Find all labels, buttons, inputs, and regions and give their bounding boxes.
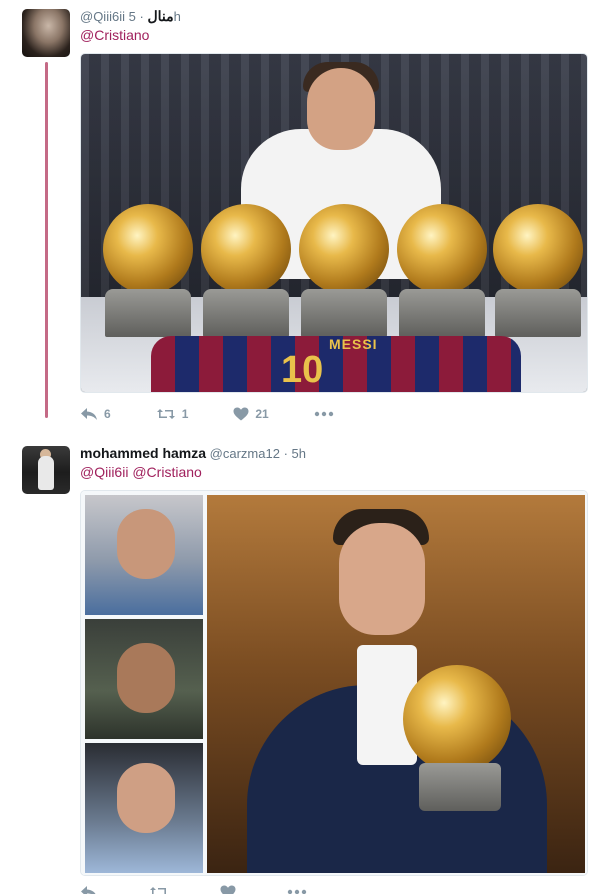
retweet-icon [150,887,168,894]
trophy-ball [103,204,193,294]
trophy-ball [397,204,487,294]
user-handle[interactable]: @Qiii6ii [80,9,125,24]
tweet: @Qiii6ii منال · 5h @Cristiano MESSI 10 6… [0,0,615,430]
display-name[interactable]: mohammed hamza [80,445,206,461]
trophy-ball [403,665,511,773]
more-button[interactable] [287,889,307,894]
tweet-photo[interactable]: MESSI 10 [80,53,588,393]
mention-link[interactable]: @Cristiano [132,464,201,480]
like-button[interactable]: 21 [233,407,269,421]
heart-icon [220,885,236,894]
tweet-actions [80,882,352,894]
photo-trophies: MESSI 10 [81,54,587,392]
reply-mentions: @Cristiano [80,27,149,43]
retweet-icon [156,409,175,419]
collage-main-photo [207,495,585,873]
like-count: 21 [255,407,269,421]
tweet-header: @Qiii6ii منال · 5h [80,8,181,25]
jersey-number: 10 [281,349,324,391]
retweet-count: 1 [181,407,189,421]
tweet-actions: 6 1 21 [80,404,379,424]
user-handle[interactable]: @carzma12 [210,446,280,461]
collage-panel [85,495,203,615]
avatar[interactable] [22,446,70,494]
more-icon [314,411,333,417]
tweet: mohammed hamza @carzma12 · 5h @Qiii6ii @… [0,440,615,894]
reply-button[interactable]: 6 [80,407,111,421]
mention-link[interactable]: @Qiii6ii [80,464,128,480]
reply-icon [81,408,97,420]
avatar[interactable] [22,9,70,57]
separator-dot: · [139,9,144,24]
mention-link[interactable]: @Cristiano [80,27,149,43]
separator-dot: · [283,446,288,461]
heart-icon [233,407,249,421]
like-button[interactable] [220,885,242,894]
collage-panel [85,619,203,739]
retweet-button[interactable] [149,885,175,894]
timestamp[interactable]: 5h [292,446,306,461]
trophy-ball [493,204,583,294]
tweet-header: mohammed hamza @carzma12 · 5h [80,445,306,461]
retweet-button[interactable]: 1 [156,407,189,421]
more-button[interactable] [314,411,334,417]
reply-mentions: @Qiii6ii @Cristiano [80,464,202,480]
reply-count: 6 [104,407,111,421]
trophy-ball [201,204,291,294]
reply-icon [81,886,96,894]
jersey-name: MESSI [329,336,378,352]
photo-collage [81,491,587,875]
display-name[interactable]: منال [147,8,173,24]
tweet-photo[interactable] [80,490,588,876]
reply-button[interactable] [80,885,104,894]
more-icon [287,889,307,894]
collage-panel [85,743,203,873]
trophy-ball [299,204,389,294]
